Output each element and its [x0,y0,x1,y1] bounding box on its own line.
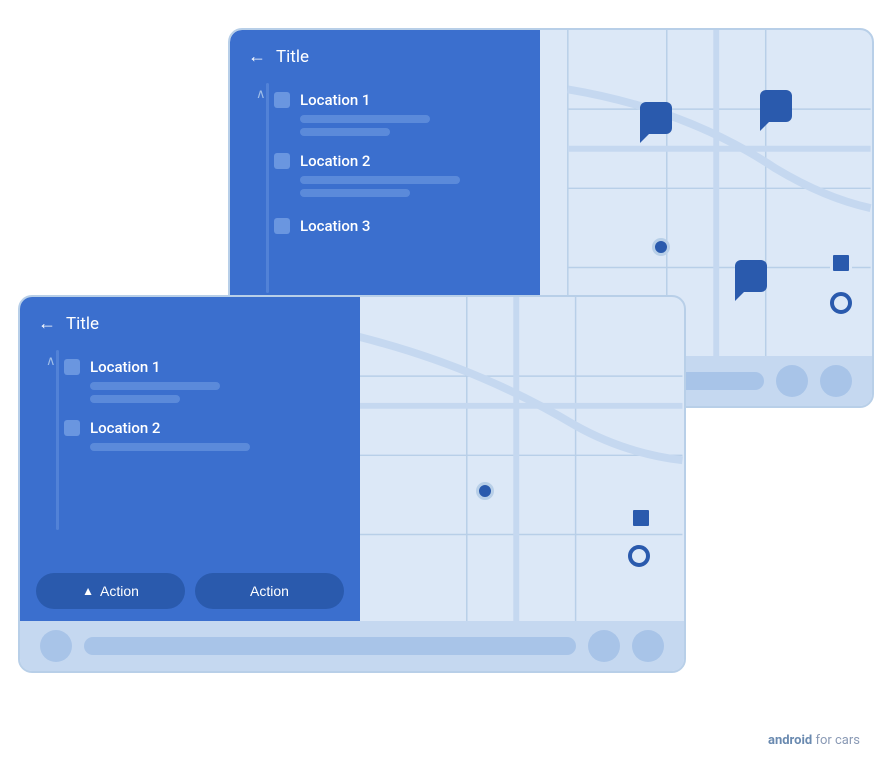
branding-bold: android [768,733,812,748]
front-card-item-1-checkbox[interactable] [64,359,80,375]
front-card-list-item-1: Location 1 [48,350,360,411]
front-card-nav-circle-3[interactable] [632,630,664,662]
front-card-collapse-up-icon[interactable]: ∧ [46,354,56,369]
front-card-sidebar-header: ← Title [20,297,360,350]
branding: android for cars [768,733,860,748]
front-card-item-1-subline-1 [90,382,220,390]
front-card-nav-circle-1[interactable] [40,630,72,662]
back-card-title: Title [276,47,309,67]
front-card: ← Title ∧ Location 1 [18,295,686,673]
back-card-item-2-subline-2 [300,189,410,197]
front-card-list: ∧ Location 1 Location 2 [20,350,360,459]
front-card-marker-square [630,507,652,529]
front-card-item-2-checkbox[interactable] [64,420,80,436]
back-card-collapse-up-icon[interactable]: ∧ [256,87,266,102]
front-card-divider [56,350,59,530]
front-card-action-bar: ▲ Action Action [20,561,360,621]
branding-normal: for cars [812,733,860,748]
back-card-item-1-subline-1 [300,115,430,123]
back-card-marker-chat-3 [735,260,767,292]
action-button-1[interactable]: ▲ Action [36,573,185,609]
back-card-item-2-checkbox[interactable] [274,153,290,169]
front-card-item-1-label: Location 1 [90,358,160,376]
front-card-title: Title [66,314,99,334]
back-card-item-1-label: Location 1 [300,91,370,109]
back-card-item-2-subline-1 [300,176,460,184]
back-card-nav-circle-3[interactable] [820,365,852,397]
front-card-nav-pill[interactable] [84,637,576,655]
back-card-item-3-label: Location 3 [300,217,370,235]
back-card-nav-circle-2[interactable] [776,365,808,397]
front-card-nav-bar [20,621,684,671]
front-card-item-2-subline-1 [90,443,250,451]
front-card-marker-dot [476,482,494,500]
front-card-nav-circle-2[interactable] [588,630,620,662]
back-card-list-item-1: Location 1 [258,83,540,144]
action-2-label: Action [250,583,289,599]
back-card-marker-chat-1 [640,102,672,134]
action-1-nav-icon: ▲ [82,584,94,598]
front-card-item-2-label: Location 2 [90,419,160,437]
back-card-marker-dot [652,238,670,256]
action-1-label: Action [100,583,139,599]
back-card-item-3-checkbox[interactable] [274,218,290,234]
back-card-sidebar-header: Title [230,30,540,83]
back-card-item-1-subline-2 [300,128,390,136]
front-card-item-1-subline-2 [90,395,180,403]
back-card-back-icon[interactable] [248,46,266,67]
back-card-marker-chat-2 [760,90,792,122]
back-card-divider [266,83,269,293]
back-card-item-2-label: Location 2 [300,152,370,170]
back-card-marker-ring [830,292,852,314]
back-card-marker-square [830,252,852,274]
front-card-back-icon[interactable]: ← [38,313,56,334]
back-card-list-item-2: Location 2 [258,144,540,205]
front-card-marker-ring [628,545,650,567]
front-card-list-item-2: Location 2 [48,411,360,459]
action-button-2[interactable]: Action [195,573,344,609]
back-card-item-1-checkbox[interactable] [274,92,290,108]
back-card-list-item-3: Location 3 [258,209,540,243]
